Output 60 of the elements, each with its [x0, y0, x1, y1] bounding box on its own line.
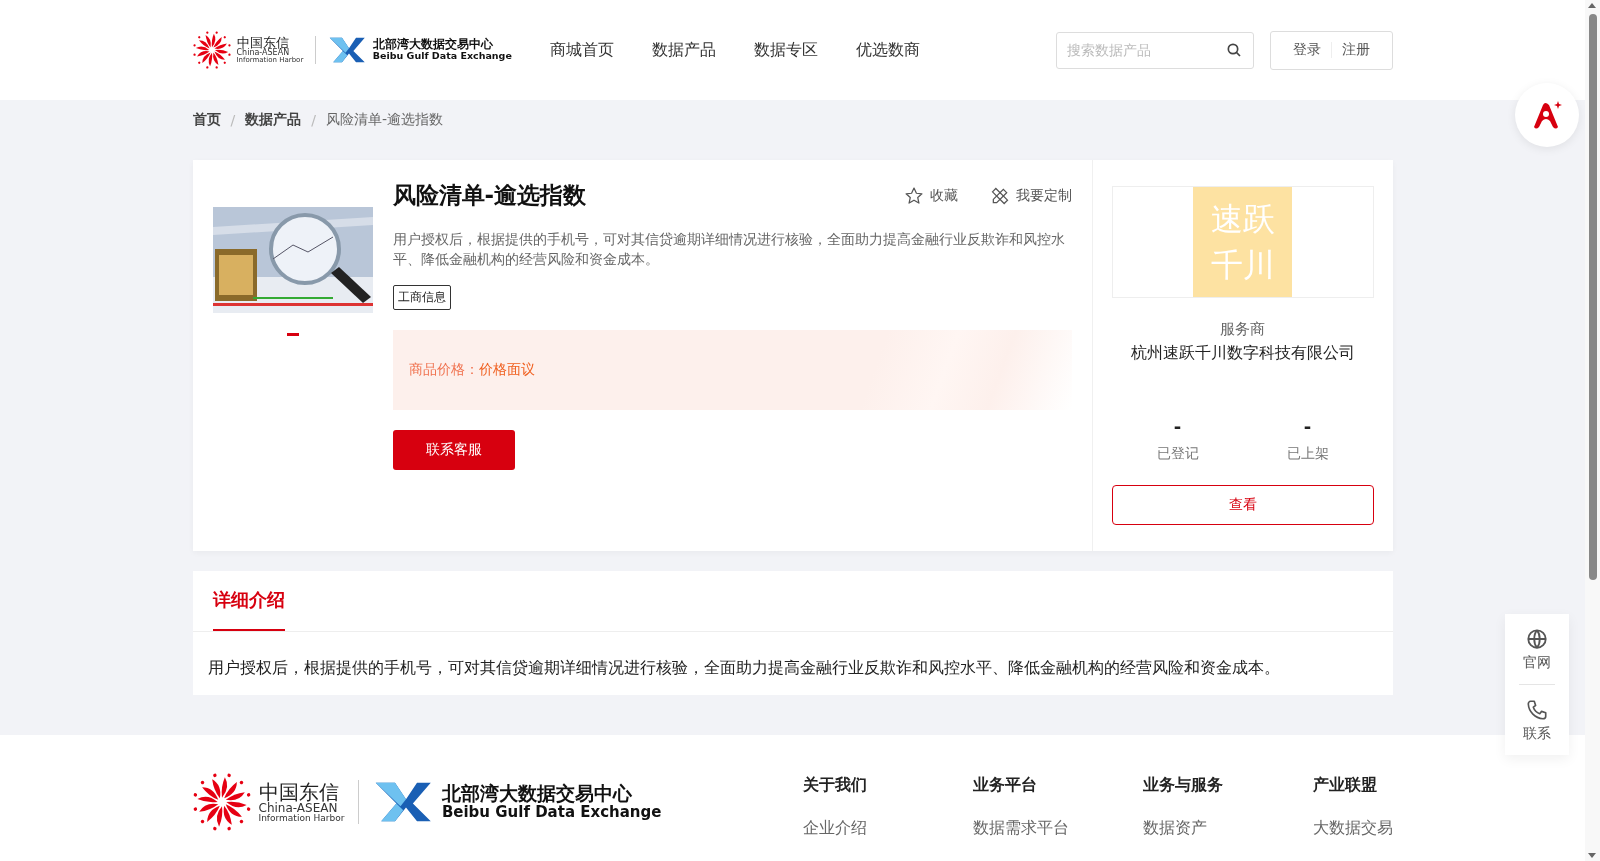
stat-value: - — [1303, 416, 1312, 437]
breadcrumb-current: 风险清单-逾选指数 — [325, 111, 443, 129]
provider-logo-text: 速跃 — [1210, 198, 1275, 240]
breadcrumb-link[interactable]: 首页 — [192, 111, 221, 129]
provider-logo-text: 千川 — [1210, 245, 1275, 286]
footer-link[interactable]: 数据资产 — [1142, 818, 1313, 839]
logo-text: 中国东信 — [258, 781, 340, 802]
detail-text: 用户授权后，根据提供的手机号，可对其信贷逾期详细情况进行核验，全面助力提高金融行业反欺诈和风控水平、降低金融机构的经营风险和资金成本。 — [206, 657, 1281, 679]
stat-label: 已上架 — [1286, 445, 1329, 463]
breadcrumb-link[interactable]: 数据产品 — [245, 111, 302, 129]
logo-subtitle: China-ASEAN — [258, 801, 338, 814]
globe-icon — [1526, 628, 1548, 650]
star-icon — [903, 185, 924, 206]
nav-link[interactable]: 数据产品 — [651, 39, 716, 61]
view-button[interactable]: 查看 — [1111, 485, 1374, 525]
logo-subtitle: Beibu Gulf Data Exchange — [441, 804, 662, 821]
carousel-indicator[interactable] — [286, 333, 299, 336]
logo-text: 北部湾大数据交易中心 — [441, 783, 633, 805]
nav-link[interactable]: 数据专区 — [753, 39, 818, 61]
flower-logo-icon — [192, 773, 251, 831]
search-icon[interactable] — [1225, 41, 1242, 58]
product-description: 用户授权后，根据提供的手机号，可对其信贷逾期详细情况进行核验，全面助力提高金融行业反欺诈和风控水平、降低金融机构的经营风险和资金成本。 — [392, 230, 1066, 269]
scrollbar[interactable] — [1585, 0, 1600, 861]
logo-text: 中国东信 — [236, 36, 290, 49]
register-link[interactable]: 注册 — [1331, 41, 1380, 59]
customize-link[interactable]: 我要定制 — [1015, 186, 1072, 205]
detail-tab[interactable]: 详细介绍 — [212, 571, 285, 631]
footer-heading: 业务平台 — [972, 775, 1038, 796]
product-title: 风险清单-逾选指数 — [392, 181, 587, 210]
flower-logo-icon — [192, 31, 231, 69]
breadcrumb-separator: / — [311, 112, 316, 128]
contact-link[interactable]: 联系 — [1523, 725, 1551, 743]
x-logo-icon — [328, 36, 367, 64]
stat-label: 已登记 — [1156, 445, 1199, 463]
favorite-link[interactable]: 收藏 — [929, 186, 958, 205]
footer-link[interactable]: 数据需求平台 — [972, 818, 1143, 839]
price-value: 价格面议 — [478, 361, 535, 379]
stat-value: - — [1173, 416, 1182, 437]
phone-icon — [1526, 699, 1548, 721]
provider-name: 杭州速跃千川数字科技有限公司 — [1130, 343, 1355, 364]
footer-link[interactable]: 企业介绍 — [802, 818, 973, 839]
price-label: 商品价格： — [408, 361, 479, 379]
footer-link[interactable]: 大数据交易 — [1312, 818, 1393, 839]
footer-heading: 产业联盟 — [1312, 775, 1378, 796]
logo-text: 北部湾大数据交易中心 — [372, 38, 494, 52]
logo-subtitle: China-ASEAN — [236, 49, 291, 57]
website-link[interactable]: 官网 — [1523, 654, 1551, 672]
nav-link[interactable]: 商城首页 — [549, 39, 614, 61]
logo-subtitle: Information Harbor — [258, 813, 345, 823]
login-link[interactable]: 登录 — [1282, 41, 1331, 59]
nav-link[interactable]: 优选数商 — [855, 39, 920, 61]
pencil-ruler-icon — [989, 185, 1010, 206]
category-tag: 工商信息 — [392, 285, 451, 310]
search-field[interactable]: 搜索数据产品 — [1055, 31, 1254, 69]
provider-role: 服务商 — [1220, 320, 1265, 339]
logo-subtitle: Beibu Gulf Data Exchange — [372, 51, 512, 62]
contact-button[interactable]: 联系客服 — [392, 430, 515, 470]
footer-heading: 关于我们 — [802, 775, 868, 796]
breadcrumb-separator: / — [230, 112, 236, 128]
footer-heading: 业务与服务 — [1142, 775, 1224, 796]
